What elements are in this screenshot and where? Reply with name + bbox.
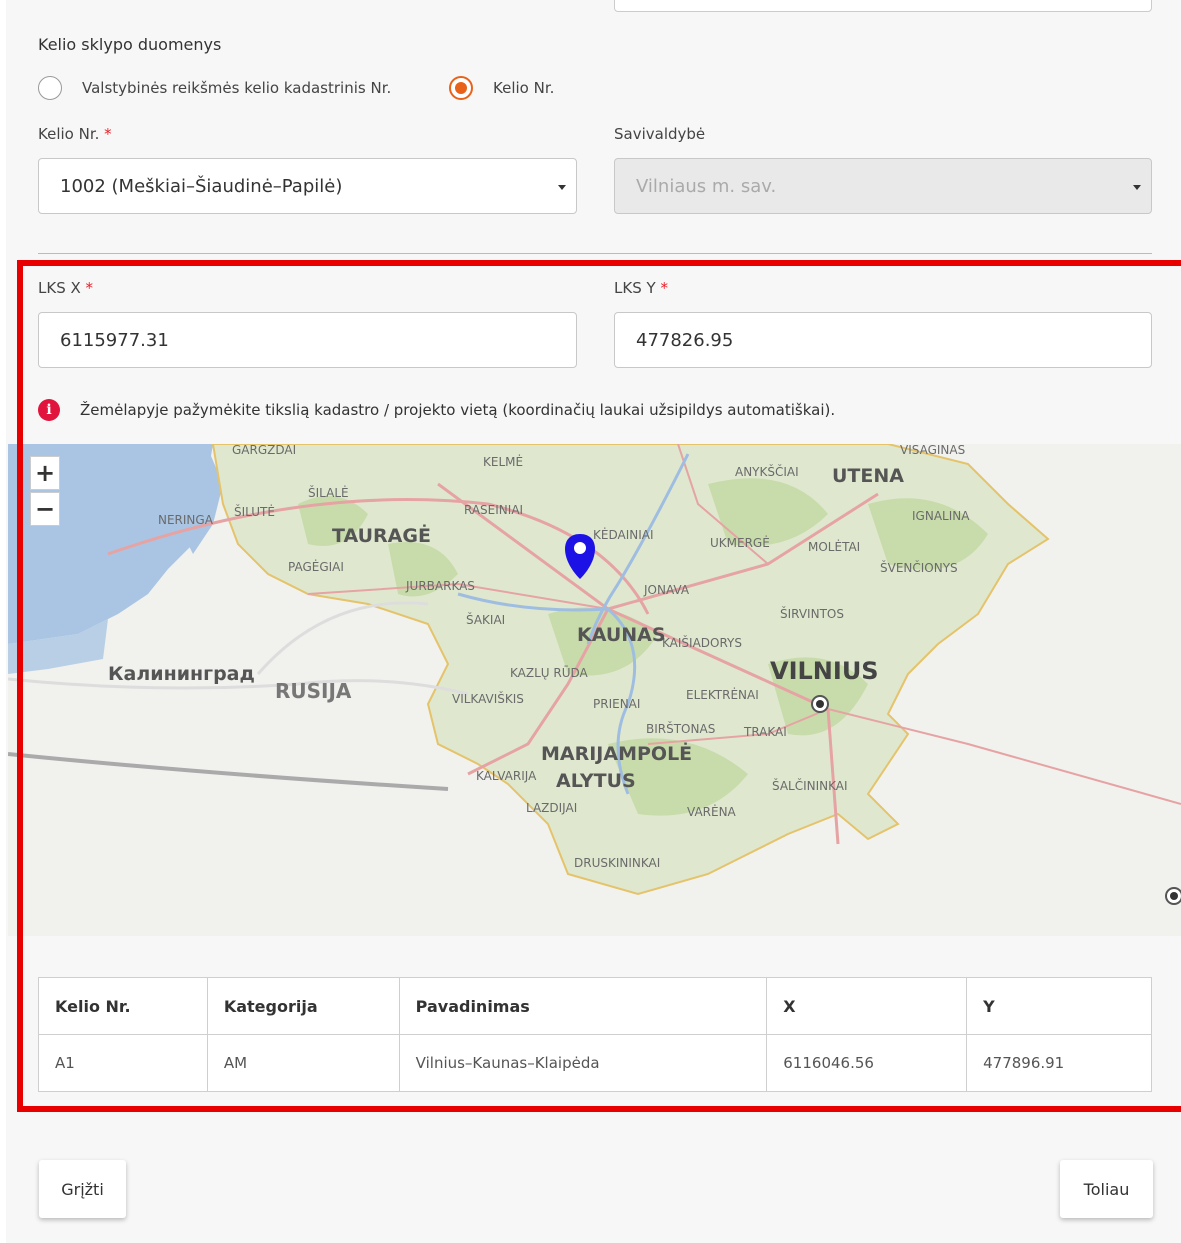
- map-label-birstonas: BIRŠTONAS: [646, 721, 715, 736]
- road-number-select[interactable]: 1002 (Meškiai–Šiaudinė–Papilė): [38, 158, 577, 214]
- map-label-kaisiadorys: KAIŠIADORYS: [662, 635, 742, 650]
- zoom-out-button[interactable]: −: [30, 492, 60, 526]
- table-cell: 477896.91: [966, 1034, 1152, 1092]
- radio-button-cadastral[interactable]: [38, 76, 62, 100]
- next-button[interactable]: Toliau: [1060, 1160, 1153, 1218]
- map-label-rusija: RUSIJA: [275, 679, 352, 703]
- map-label-marijampole: MARIJAMPOLĖ: [541, 741, 692, 765]
- column-header: X: [766, 977, 968, 1035]
- lks-y-label: LKS Y *: [614, 279, 668, 297]
- required-mark: *: [660, 279, 668, 297]
- municipality-select: Vilniaus m. sav.: [614, 158, 1152, 214]
- required-mark: *: [85, 279, 94, 297]
- map-label-varena: VARĖNA: [687, 804, 737, 819]
- map-label-vilkaviskis: VILKAVIŠKIS: [452, 691, 524, 706]
- map-label-sakiai: ŠAKIAI: [466, 612, 505, 627]
- map-label-salcininkai: ŠALČININKAI: [772, 778, 848, 793]
- table-cell: A1: [38, 1034, 208, 1092]
- map[interactable]: GARGŽDAI KELMĖ ANYKŠČIAI VISAGINAS ŠILAL…: [8, 444, 1181, 936]
- lks-x-label: LKS X *: [38, 279, 93, 297]
- map-label-jurbarkas: JURBARKAS: [405, 579, 475, 593]
- table-cell: 6116046.56: [766, 1034, 968, 1092]
- map-label-neringa: NERINGA: [158, 513, 214, 527]
- map-label-alytus: ALYTUS: [556, 770, 636, 792]
- radio-label-cadastral: Valstybinės reikšmės kelio kadastrinis N…: [82, 79, 392, 97]
- required-mark: *: [104, 125, 112, 143]
- section-title: Kelio sklypo duomenys: [38, 35, 222, 54]
- table-header-row: Kelio Nr. Kategorija Pavadinimas X Y: [38, 977, 1152, 1035]
- road-number-label-text: Kelio Nr.: [38, 125, 100, 143]
- municipality-value: Vilniaus m. sav.: [636, 175, 777, 197]
- map-label-kaunas: KAUNAS: [577, 624, 666, 646]
- map-label-kaliningrad: Калининград: [108, 663, 255, 685]
- results-table: Kelio Nr. Kategorija Pavadinimas X Y A1 …: [38, 977, 1152, 1092]
- previous-field[interactable]: [614, 0, 1152, 12]
- info-icon: i: [38, 399, 60, 421]
- map-label-visaginas: VISAGINAS: [900, 444, 965, 457]
- back-button[interactable]: Grįžti: [39, 1160, 126, 1218]
- radio-button-road-number[interactable]: [449, 76, 473, 100]
- map-label-druskininkai: DRUSKININKAI: [574, 856, 660, 870]
- map-label-silale: ŠILALĖ: [308, 485, 349, 500]
- divider: [38, 253, 1152, 254]
- map-label-raseiniai: RASEINIAI: [464, 503, 523, 517]
- road-number-value: 1002 (Meškiai–Šiaudinė–Papilė): [60, 175, 343, 197]
- map-label-silute: ŠILUTĖ: [234, 504, 275, 519]
- column-header: Y: [966, 977, 1152, 1035]
- column-header: Kelio Nr.: [38, 977, 208, 1035]
- map-label-lazdijai: LAZDIJAI: [526, 801, 577, 815]
- map-label-elektrenai: ELEKTRĖNAI: [686, 687, 759, 702]
- map-label-kazlu-ruda: KAZLŲ RŪDA: [510, 666, 589, 680]
- map-label-vilnius: VILNIUS: [770, 657, 879, 685]
- table-cell: AM: [206, 1034, 400, 1092]
- lks-y-label-text: LKS Y: [614, 279, 656, 297]
- zoom-in-button[interactable]: +: [30, 456, 60, 490]
- map-label-ukmerge: UKMERGĖ: [710, 535, 770, 550]
- radio-label-road-number: Kelio Nr.: [493, 79, 555, 97]
- map-label-kelme: KELMĖ: [483, 454, 523, 469]
- map-label-ignalina: IGNALINA: [912, 509, 970, 523]
- road-number-label: Kelio Nr. *: [38, 125, 112, 143]
- map-label-jonava: JONAVA: [643, 583, 690, 597]
- map-label-taurage: TAURAGĖ: [332, 523, 431, 547]
- column-header: Pavadinimas: [398, 977, 768, 1035]
- map-label-kedainiai: KĖDAINIAI: [593, 527, 654, 542]
- map-label-prienai: PRIENAI: [593, 697, 640, 711]
- radio-cadastral[interactable]: Valstybinės reikšmės kelio kadastrinis N…: [38, 76, 391, 100]
- map-label-sirvintos: ŠIRVINTOS: [780, 606, 844, 621]
- map-label-gargzdai: GARGŽDAI: [232, 444, 296, 457]
- lks-x-label-text: LKS X: [38, 279, 81, 297]
- map-canvas[interactable]: GARGŽDAI KELMĖ ANYKŠČIAI VISAGINAS ŠILAL…: [8, 444, 1181, 936]
- map-label-utena: UTENA: [832, 465, 904, 487]
- info-message: i Žemėlapyje pažymėkite tikslią kadastro…: [38, 399, 835, 421]
- lks-x-input[interactable]: [38, 312, 577, 368]
- info-text: Žemėlapyje pažymėkite tikslią kadastro /…: [80, 401, 836, 419]
- municipality-label: Savivaldybė: [614, 125, 706, 143]
- map-label-svencionys: ŠVENČIONYS: [880, 560, 958, 575]
- map-label-trakai: TRAKAI: [743, 725, 787, 739]
- map-label-moletai: MOLĖTAI: [808, 539, 860, 554]
- radio-road-number[interactable]: Kelio Nr.: [449, 76, 554, 100]
- chevron-down-icon: [558, 185, 566, 190]
- map-label-pagegiai: PAGĖGIAI: [288, 559, 344, 574]
- table-row[interactable]: A1 AM Vilnius–Kaunas–Klaipėda 6116046.56…: [38, 1034, 1152, 1092]
- chevron-down-icon: [1133, 185, 1141, 190]
- lks-y-input[interactable]: [614, 312, 1152, 368]
- table-cell: Vilnius–Kaunas–Klaipėda: [398, 1034, 768, 1092]
- map-label-kalvarija: KALVARIJA: [476, 769, 537, 783]
- column-header: Kategorija: [206, 977, 400, 1035]
- map-label-anyksciai: ANYKŠČIAI: [735, 464, 799, 479]
